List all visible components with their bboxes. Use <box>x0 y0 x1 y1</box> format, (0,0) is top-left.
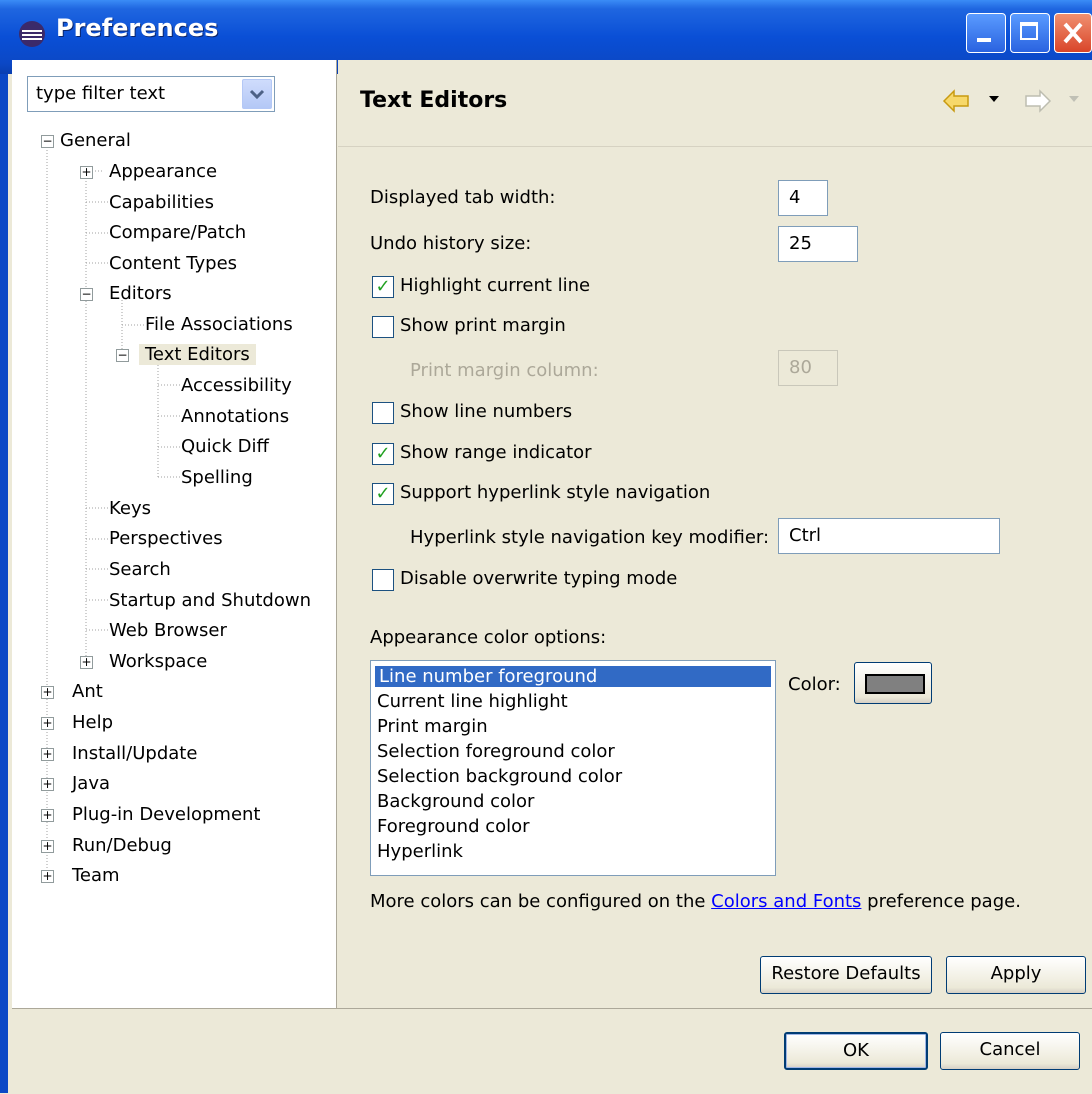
collapse-icon[interactable]: − <box>116 349 129 362</box>
highlight-current-line-label: Highlight current line <box>400 275 591 296</box>
expand-icon[interactable]: + <box>41 717 54 730</box>
maximize-icon <box>1020 22 1038 40</box>
chevron-down-icon <box>249 89 265 100</box>
hyperlink-navigation-checkbox[interactable]: ✓ <box>372 483 394 505</box>
tree-item-general[interactable]: General <box>60 130 131 151</box>
hyperlink-modifier-label: Hyperlink style navigation key modifier: <box>410 527 770 548</box>
expand-icon[interactable]: + <box>41 809 54 822</box>
tree-item-quick-diff[interactable]: Quick Diff <box>181 436 269 457</box>
disable-overwrite-checkbox[interactable] <box>372 569 394 591</box>
show-range-indicator-checkbox[interactable]: ✓ <box>372 443 394 465</box>
tree-item-install-update[interactable]: Install/Update <box>72 743 197 764</box>
more-colors-text: More colors can be configured on the Col… <box>370 891 1021 912</box>
ok-button[interactable]: OK <box>784 1032 928 1070</box>
hyperlink-navigation-label: Support hyperlink style navigation <box>400 482 711 503</box>
highlight-current-line-checkbox[interactable]: ✓ <box>372 276 394 298</box>
dialog-button-bar <box>12 1008 1092 1094</box>
collapse-icon[interactable]: − <box>80 288 93 301</box>
color-label: Color: <box>788 674 841 695</box>
tree-item-help[interactable]: Help <box>72 712 113 733</box>
tree-item-workspace[interactable]: Workspace <box>109 651 207 672</box>
tree-item-java[interactable]: Java <box>72 773 110 794</box>
tree-item-spelling[interactable]: Spelling <box>181 467 253 488</box>
back-history-dropdown-icon[interactable] <box>988 94 1000 104</box>
list-item[interactable]: Line number foreground <box>375 666 771 687</box>
expand-icon[interactable]: + <box>41 748 54 761</box>
list-item[interactable]: Selection background color <box>377 766 622 787</box>
tree-item-team[interactable]: Team <box>72 865 120 886</box>
minimize-icon <box>977 38 991 42</box>
hyperlink-modifier-field[interactable]: Ctrl <box>778 518 1000 554</box>
disable-overwrite-label: Disable overwrite typing mode <box>400 568 678 589</box>
more-colors-prefix: More colors can be configured on the <box>370 891 712 912</box>
print-margin-column-field: 80 <box>778 350 838 386</box>
list-item[interactable]: Foreground color <box>377 816 530 837</box>
filter-combo[interactable]: type filter text <box>27 76 275 112</box>
window-title: Preferences <box>56 14 219 42</box>
colors-and-fonts-link[interactable]: Colors and Fonts <box>711 891 861 912</box>
print-margin-column-label: Print margin column: <box>410 360 599 381</box>
expand-icon[interactable]: + <box>41 840 54 853</box>
tree-item-annotations[interactable]: Annotations <box>181 406 289 427</box>
back-arrow-icon[interactable] <box>942 88 972 114</box>
tab-width-field[interactable]: 4 <box>778 180 828 216</box>
appearance-options-label: Appearance color options: <box>370 627 607 648</box>
forward-history-dropdown-icon[interactable] <box>1068 94 1080 104</box>
close-icon <box>1063 22 1083 44</box>
tree-item-search[interactable]: Search <box>109 559 171 580</box>
tree-item-capabilities[interactable]: Capabilities <box>109 192 214 213</box>
tree-item-plugin-development[interactable]: Plug-in Development <box>72 804 261 825</box>
restore-defaults-button[interactable]: Restore Defaults <box>760 956 932 994</box>
window-frame <box>0 74 8 1093</box>
undo-history-field[interactable]: 25 <box>778 226 858 262</box>
more-colors-suffix: preference page. <box>861 891 1021 912</box>
tree-item-appearance[interactable]: Appearance <box>109 161 217 182</box>
tree-item-text-editors[interactable]: Text Editors <box>139 344 256 365</box>
close-button[interactable] <box>1054 13 1092 53</box>
tree-item-perspectives[interactable]: Perspectives <box>109 528 223 549</box>
list-item[interactable]: Background color <box>377 791 534 812</box>
tree-item-accessibility[interactable]: Accessibility <box>181 375 292 396</box>
list-item[interactable]: Current line highlight <box>377 691 568 712</box>
undo-history-label: Undo history size: <box>370 233 532 254</box>
tree-item-startup-shutdown[interactable]: Startup and Shutdown <box>109 590 311 611</box>
collapse-icon[interactable]: − <box>41 135 54 148</box>
show-line-numbers-label: Show line numbers <box>400 401 573 422</box>
tab-width-label: Displayed tab width: <box>370 187 556 208</box>
show-line-numbers-checkbox[interactable] <box>372 402 394 424</box>
tree-item-content-types[interactable]: Content Types <box>109 253 237 274</box>
filter-dropdown-button[interactable] <box>242 79 272 109</box>
tree-item-run-debug[interactable]: Run/Debug <box>72 835 172 856</box>
maximize-button[interactable] <box>1010 13 1050 53</box>
expand-icon[interactable]: + <box>80 656 93 669</box>
page-title: Text Editors <box>360 88 508 113</box>
show-range-indicator-label: Show range indicator <box>400 442 592 463</box>
apply-button[interactable]: Apply <box>946 956 1086 994</box>
forward-arrow-icon[interactable] <box>1022 88 1052 114</box>
tree-item-keys[interactable]: Keys <box>109 498 151 519</box>
list-item[interactable]: Print margin <box>377 716 488 737</box>
expand-icon[interactable]: + <box>41 778 54 791</box>
expand-icon[interactable]: + <box>80 166 93 179</box>
tree-item-web-browser[interactable]: Web Browser <box>109 620 227 641</box>
tree-item-editors[interactable]: Editors <box>109 283 172 304</box>
expand-icon[interactable]: + <box>41 870 54 883</box>
color-swatch <box>865 674 925 694</box>
appearance-color-list[interactable]: Line number foreground Current line high… <box>370 660 776 876</box>
list-item[interactable]: Hyperlink <box>377 841 463 862</box>
eclipse-logo-icon <box>18 20 46 48</box>
tree-item-compare-patch[interactable]: Compare/Patch <box>109 222 246 243</box>
color-picker-button[interactable] <box>854 662 932 704</box>
show-print-margin-checkbox[interactable] <box>372 316 394 338</box>
tree-item-ant[interactable]: Ant <box>72 681 103 702</box>
expand-icon[interactable]: + <box>41 686 54 699</box>
filter-text: type filter text <box>36 83 166 104</box>
list-item[interactable]: Selection foreground color <box>377 741 615 762</box>
cancel-button[interactable]: Cancel <box>940 1032 1080 1070</box>
page-header: Text Editors <box>338 60 1092 147</box>
tree-item-file-associations[interactable]: File Associations <box>145 314 293 335</box>
minimize-button[interactable] <box>966 13 1006 53</box>
show-print-margin-label: Show print margin <box>400 315 566 336</box>
